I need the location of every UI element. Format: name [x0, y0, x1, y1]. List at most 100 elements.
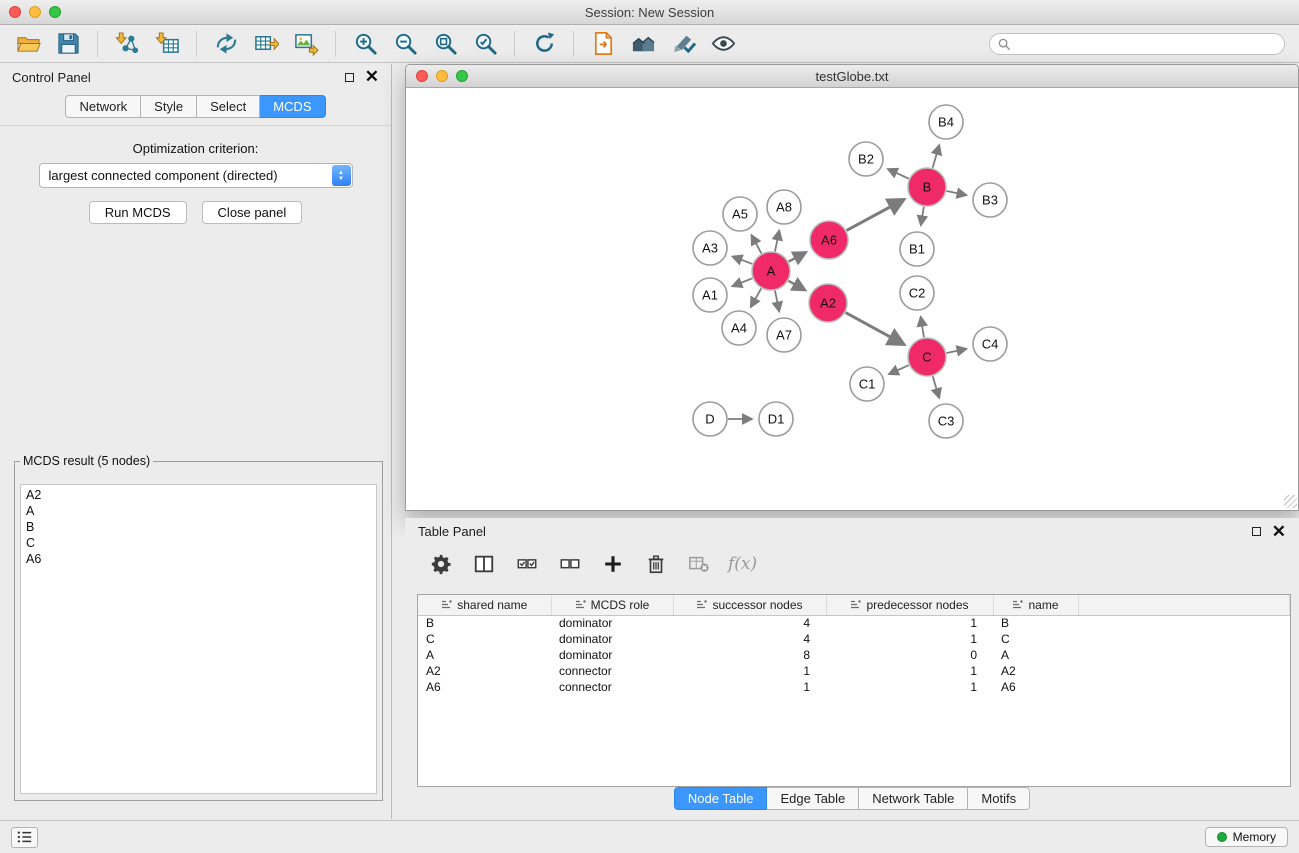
- close-window-button[interactable]: [9, 6, 21, 18]
- table-cell[interactable]: 0: [826, 647, 993, 663]
- export-image-icon[interactable]: [288, 29, 324, 59]
- graph-node-A4[interactable]: A4: [722, 311, 756, 345]
- graph-edge-A-A2[interactable]: [788, 281, 805, 290]
- table-cell[interactable]: A6: [418, 679, 551, 695]
- graph-node-A[interactable]: A: [752, 252, 790, 290]
- table-cell[interactable]: B: [418, 615, 551, 631]
- table-cell[interactable]: 1: [826, 679, 993, 695]
- column-header-name[interactable]: name: [993, 595, 1078, 615]
- zoom-in-icon[interactable]: [347, 29, 383, 59]
- table-cell[interactable]: 1: [673, 663, 826, 679]
- graph-node-C[interactable]: C: [908, 338, 946, 376]
- settings-gear-icon[interactable]: [427, 550, 455, 578]
- graph-node-B[interactable]: B: [908, 168, 946, 206]
- network-close-button[interactable]: [416, 70, 428, 82]
- network-minimize-button[interactable]: [436, 70, 448, 82]
- column-header-shared-name[interactable]: shared name: [418, 595, 551, 615]
- graph-edge-B-B1[interactable]: [921, 207, 924, 226]
- table-cell[interactable]: dominator: [551, 631, 673, 647]
- columns-icon[interactable]: [470, 550, 498, 578]
- column-header-successor-nodes[interactable]: successor nodes: [673, 595, 826, 615]
- tab-select[interactable]: Select: [197, 95, 260, 118]
- tab-network[interactable]: Network: [65, 95, 141, 118]
- table-cell[interactable]: 1: [826, 631, 993, 647]
- graph-node-A2[interactable]: A2: [809, 284, 847, 322]
- export-table-icon[interactable]: [248, 29, 284, 59]
- function-builder-icon[interactable]: f(x): [728, 554, 757, 574]
- graph-node-C2[interactable]: C2: [900, 276, 934, 310]
- edit-check-icon[interactable]: [665, 29, 701, 59]
- graph-node-B1[interactable]: B1: [900, 232, 934, 266]
- eye-icon[interactable]: [705, 29, 741, 59]
- graph-node-A3[interactable]: A3: [693, 231, 727, 265]
- graph-node-A1[interactable]: A1: [693, 278, 727, 312]
- table-row[interactable]: Bdominator41B: [418, 615, 1290, 631]
- column-header-predecessor-nodes[interactable]: predecessor nodes: [826, 595, 993, 615]
- table-cell[interactable]: connector: [551, 663, 673, 679]
- zoom-selected-icon[interactable]: [467, 29, 503, 59]
- float-panel-icon[interactable]: [345, 73, 354, 82]
- table-cell[interactable]: A6: [993, 679, 1078, 695]
- table-cell[interactable]: 4: [673, 615, 826, 631]
- graph-node-D1[interactable]: D1: [759, 402, 793, 436]
- graph-edge-A-A7[interactable]: [775, 291, 779, 312]
- delete-table-icon[interactable]: [685, 550, 713, 578]
- import-network-from-file-icon[interactable]: [109, 29, 145, 59]
- search-input[interactable]: [989, 33, 1285, 55]
- table-cell[interactable]: A: [993, 647, 1078, 663]
- graph-node-A5[interactable]: A5: [723, 197, 757, 231]
- graph-edge-C-C3[interactable]: [933, 376, 939, 398]
- graph-edge-A6-B[interactable]: [847, 199, 905, 230]
- graph-edge-A-A4[interactable]: [751, 288, 761, 307]
- memory-button[interactable]: Memory: [1205, 827, 1288, 847]
- network-zoom-button[interactable]: [456, 70, 468, 82]
- save-session-icon[interactable]: [50, 29, 86, 59]
- delete-row-icon[interactable]: [642, 550, 670, 578]
- network-window-titlebar[interactable]: testGlobe.txt: [406, 65, 1298, 88]
- select-all-icon[interactable]: [513, 550, 541, 578]
- table-cell[interactable]: A2: [418, 663, 551, 679]
- tab-node-table[interactable]: Node Table: [674, 787, 768, 810]
- mcds-result-item[interactable]: A2: [21, 487, 376, 503]
- run-mcds-button[interactable]: Run MCDS: [89, 201, 187, 224]
- table-cell[interactable]: 8: [673, 647, 826, 663]
- graph-edge-B-B2[interactable]: [888, 169, 909, 179]
- float-table-panel-icon[interactable]: [1252, 527, 1261, 536]
- graph-edge-A-A3[interactable]: [732, 256, 752, 263]
- graph-edge-A2-C[interactable]: [846, 313, 905, 345]
- table-cell[interactable]: 4: [673, 631, 826, 647]
- tab-edge-table[interactable]: Edge Table: [767, 787, 859, 810]
- graph-node-B2[interactable]: B2: [849, 142, 883, 176]
- graph-edge-A-A8[interactable]: [775, 231, 779, 252]
- graph-node-B4[interactable]: B4: [929, 105, 963, 139]
- network-canvas[interactable]: B4B2BB3A5A8A6B1A3AC2A1A2A4A7C4CC1C3DD1: [406, 88, 1298, 509]
- table-row[interactable]: A6connector11A6: [418, 679, 1290, 695]
- table-cell[interactable]: dominator: [551, 615, 673, 631]
- column-header-mcds-role[interactable]: MCDS role: [551, 595, 673, 615]
- graph-node-B3[interactable]: B3: [973, 183, 1007, 217]
- graph-edge-A-A5[interactable]: [751, 235, 761, 253]
- graph-edge-C-C2[interactable]: [921, 317, 924, 338]
- close-panel-button[interactable]: Close panel: [202, 201, 303, 224]
- resize-grip[interactable]: [1284, 495, 1297, 508]
- import-table-from-file-icon[interactable]: [149, 29, 185, 59]
- zoom-fit-icon[interactable]: [427, 29, 463, 59]
- table-cell[interactable]: B: [993, 615, 1078, 631]
- table-cell[interactable]: connector: [551, 679, 673, 695]
- tab-motifs[interactable]: Motifs: [968, 787, 1030, 810]
- graph-edge-B-B3[interactable]: [947, 191, 967, 195]
- minimize-window-button[interactable]: [29, 6, 41, 18]
- table-row[interactable]: A2connector11A2: [418, 663, 1290, 679]
- tab-network-table[interactable]: Network Table: [859, 787, 968, 810]
- table-cell[interactable]: C: [993, 631, 1078, 647]
- table-cell[interactable]: 1: [826, 663, 993, 679]
- unselect-all-icon[interactable]: [556, 550, 584, 578]
- zoom-window-button[interactable]: [49, 6, 61, 18]
- table-row[interactable]: Adominator80A: [418, 647, 1290, 663]
- panel-menu-icon[interactable]: [11, 827, 38, 848]
- tab-mcds[interactable]: MCDS: [260, 95, 325, 118]
- add-row-icon[interactable]: [599, 550, 627, 578]
- graph-node-C1[interactable]: C1: [850, 367, 884, 401]
- mcds-result-item[interactable]: C: [21, 535, 376, 551]
- graph-node-A8[interactable]: A8: [767, 190, 801, 224]
